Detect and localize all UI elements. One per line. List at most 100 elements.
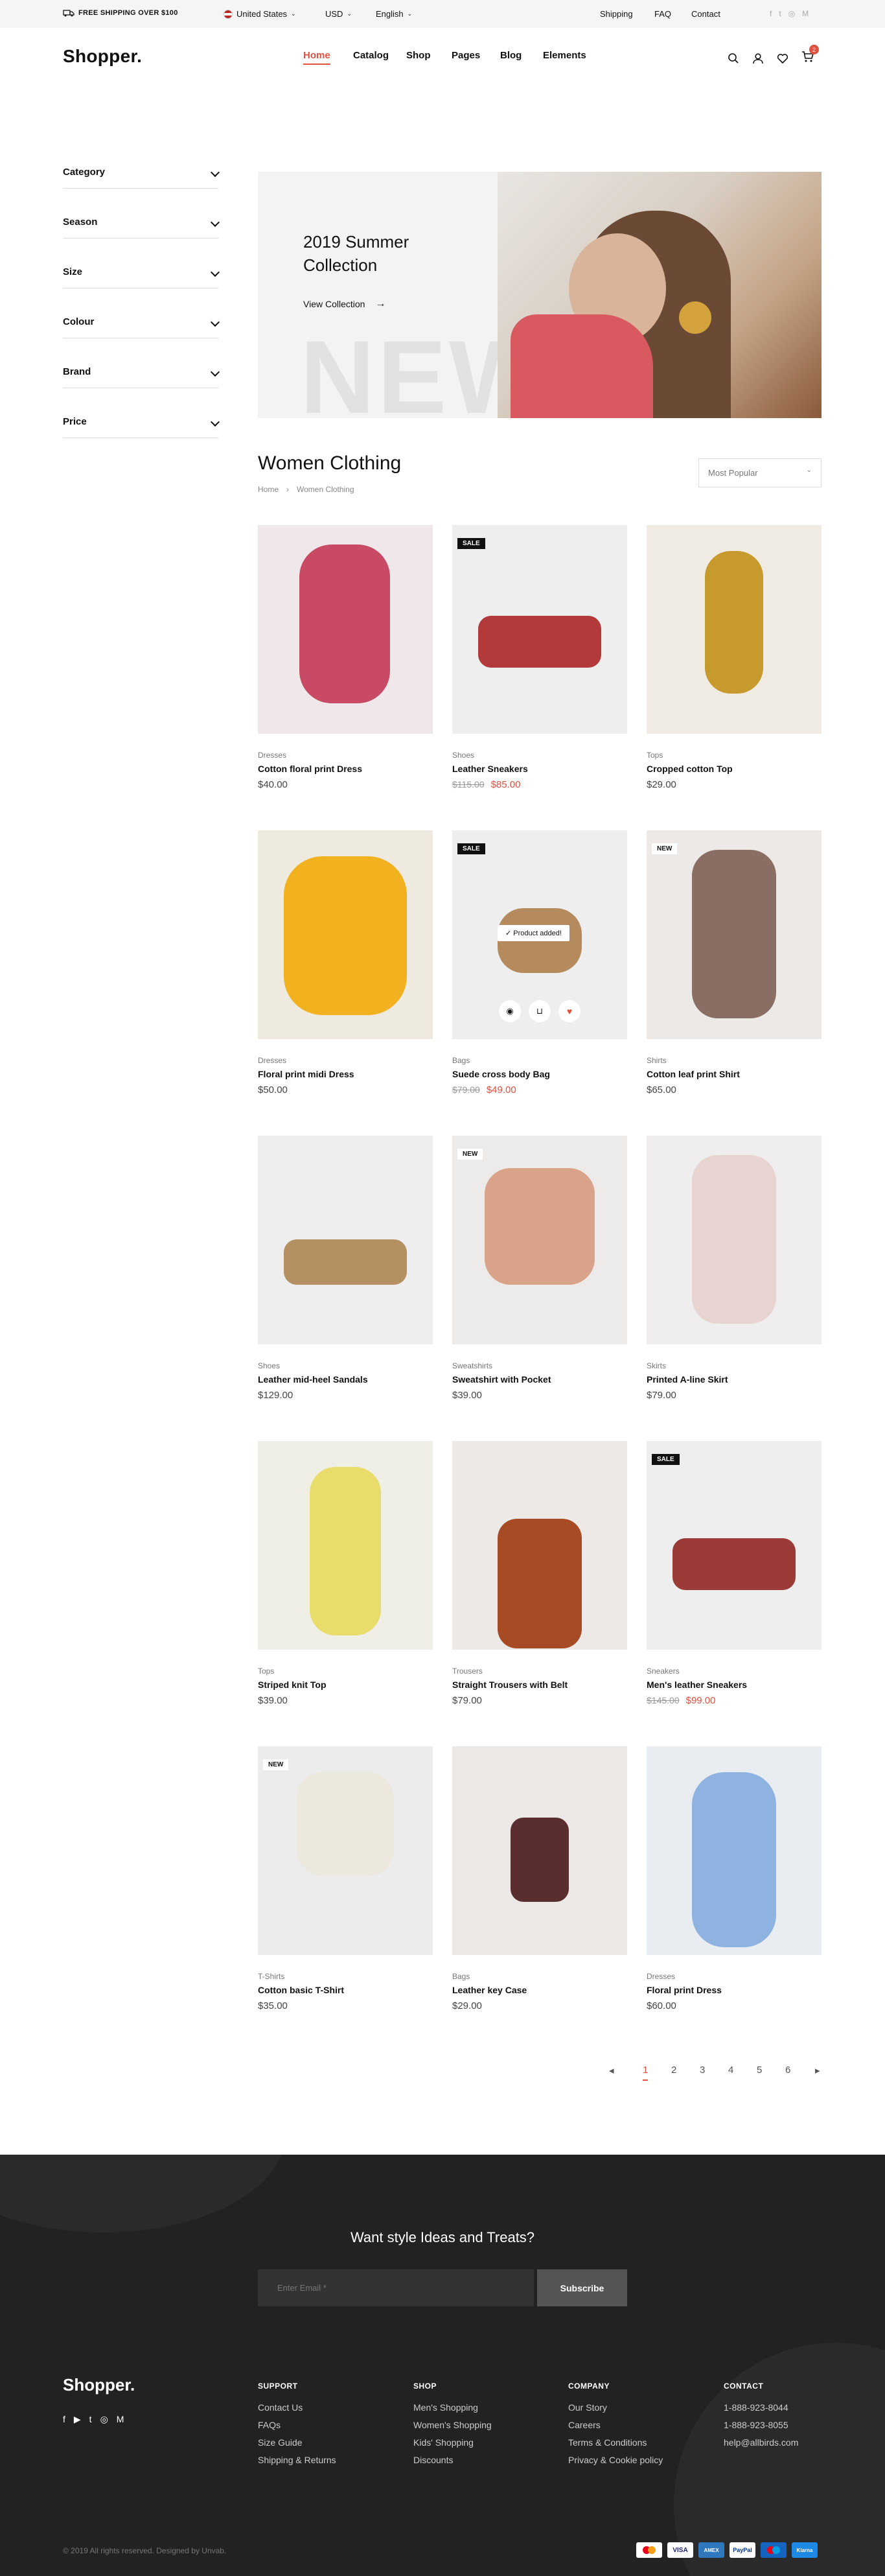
facebook-icon[interactable]: f bbox=[770, 9, 772, 18]
product-image[interactable] bbox=[647, 1746, 822, 1955]
product-category[interactable]: T-Shirts bbox=[258, 1972, 284, 1981]
product-card[interactable]: Tops Striped knit Top $39.00 bbox=[258, 1441, 433, 1713]
product-name[interactable]: Printed A-line Skirt bbox=[647, 1374, 728, 1385]
facebook-icon[interactable]: f bbox=[63, 2414, 65, 2425]
product-category[interactable]: Sneakers bbox=[647, 1667, 680, 1676]
top-link-contact[interactable]: Contact bbox=[691, 9, 720, 19]
cart-icon[interactable]: ⊔ bbox=[529, 1000, 551, 1022]
instagram-icon[interactable]: ◎ bbox=[100, 2414, 108, 2425]
product-image[interactable] bbox=[258, 1441, 433, 1650]
medium-icon[interactable]: M bbox=[117, 2414, 124, 2425]
next-page-button[interactable]: ▸ bbox=[815, 2065, 820, 2076]
product-image[interactable] bbox=[258, 525, 433, 734]
product-category[interactable]: Tops bbox=[647, 751, 663, 760]
nav-home[interactable]: Home bbox=[303, 50, 330, 65]
product-card[interactable]: Dresses Floral print midi Dress $50.00 bbox=[258, 830, 433, 1103]
heart-icon[interactable] bbox=[777, 53, 788, 64]
filter-price[interactable]: Price bbox=[63, 416, 220, 438]
product-image[interactable] bbox=[258, 830, 433, 1039]
footer-link[interactable]: Shipping & Returns bbox=[258, 2455, 336, 2465]
nav-elements[interactable]: Elements bbox=[543, 50, 586, 61]
product-card[interactable]: Trousers Straight Trousers with Belt $79.0… bbox=[452, 1441, 627, 1713]
footer-link[interactable]: FAQs bbox=[258, 2420, 336, 2430]
footer-link[interactable]: Size Guide bbox=[258, 2437, 336, 2448]
product-category[interactable]: Shoes bbox=[452, 751, 474, 760]
product-card[interactable]: NEW Shirts Cotton leaf print Shirt $65.00 bbox=[647, 830, 822, 1103]
logo[interactable]: Shopper. bbox=[63, 46, 142, 67]
product-category[interactable]: Dresses bbox=[647, 1972, 675, 1981]
product-name[interactable]: Cotton basic T-Shirt bbox=[258, 1985, 344, 1995]
footer-link[interactable]: Kids' Shopping bbox=[413, 2437, 492, 2448]
product-card[interactable]: Skirts Printed A-line Skirt $79.00 bbox=[647, 1136, 822, 1408]
product-category[interactable]: Dresses bbox=[258, 751, 286, 760]
product-name[interactable]: Floral print Dress bbox=[647, 1985, 722, 1995]
product-card[interactable]: NEW Sweatshirts Sweatshirt with Pocket $39.… bbox=[452, 1136, 627, 1408]
product-name[interactable]: Striped knit Top bbox=[258, 1680, 327, 1690]
nav-pages[interactable]: Pages bbox=[452, 50, 480, 61]
nav-blog[interactable]: Blog bbox=[500, 50, 522, 61]
product-name[interactable]: Cropped cotton Top bbox=[647, 764, 733, 774]
footer-link[interactable]: Terms & Conditions bbox=[568, 2437, 663, 2448]
youtube-icon[interactable]: ▶ bbox=[74, 2414, 81, 2425]
product-image[interactable] bbox=[647, 830, 822, 1039]
footer-link[interactable]: 1-888-923-8044 bbox=[724, 2402, 798, 2413]
product-name[interactable]: Floral print midi Dress bbox=[258, 1069, 354, 1079]
filter-season[interactable]: Season bbox=[63, 217, 220, 239]
footer-link[interactable]: Women's Shopping bbox=[413, 2420, 492, 2430]
footer-link[interactable]: Careers bbox=[568, 2420, 663, 2430]
user-icon[interactable] bbox=[752, 53, 764, 64]
top-link-faq[interactable]: FAQ bbox=[654, 9, 671, 19]
medium-icon[interactable]: M bbox=[802, 9, 809, 18]
footer-link[interactable]: Men's Shopping bbox=[413, 2402, 492, 2413]
view-collection-link[interactable]: View Collection → bbox=[303, 298, 385, 310]
product-category[interactable]: Dresses bbox=[258, 1056, 286, 1065]
footer-link[interactable]: Our Story bbox=[568, 2402, 663, 2413]
page-number[interactable]: 6 bbox=[785, 2065, 790, 2076]
product-image[interactable] bbox=[452, 1441, 627, 1650]
email-input[interactable] bbox=[258, 2269, 534, 2306]
product-image[interactable] bbox=[258, 1136, 433, 1344]
product-card[interactable]: Bags Leather key Case $29.00 bbox=[452, 1746, 627, 2019]
footer-link[interactable]: help@allbirds.com bbox=[724, 2437, 798, 2448]
breadcrumb-home[interactable]: Home bbox=[258, 485, 279, 494]
product-category[interactable]: Tops bbox=[258, 1667, 274, 1676]
product-card[interactable]: Tops Cropped cotton Top $29.00 bbox=[647, 525, 822, 797]
product-category[interactable]: Bags bbox=[452, 1972, 470, 1981]
page-number[interactable]: 5 bbox=[757, 2065, 762, 2076]
subscribe-button[interactable]: Subscribe bbox=[537, 2269, 627, 2306]
prev-page-button[interactable]: ◂ bbox=[609, 2065, 614, 2076]
product-category[interactable]: Sweatshirts bbox=[452, 1361, 492, 1370]
product-name[interactable]: Men's leather Sneakers bbox=[647, 1680, 747, 1690]
product-image[interactable] bbox=[647, 525, 822, 734]
filter-brand[interactable]: Brand bbox=[63, 366, 220, 388]
cart-button[interactable]: 2 bbox=[801, 45, 819, 65]
product-image[interactable] bbox=[452, 525, 627, 734]
product-card[interactable]: Shoes Leather mid-heel Sandals $129.00 bbox=[258, 1136, 433, 1408]
footer-link[interactable]: Contact Us bbox=[258, 2402, 336, 2413]
page-number[interactable]: 2 bbox=[671, 2065, 676, 2076]
product-image[interactable] bbox=[647, 1136, 822, 1344]
page-number[interactable]: 3 bbox=[700, 2065, 705, 2076]
nav-catalog[interactable]: Catalog bbox=[353, 50, 389, 61]
instagram-icon[interactable]: ◎ bbox=[788, 9, 795, 18]
twitter-icon[interactable]: t bbox=[89, 2414, 92, 2425]
top-link-shipping[interactable]: Shipping bbox=[600, 9, 633, 19]
footer-link[interactable]: Privacy & Cookie policy bbox=[568, 2455, 663, 2465]
product-image[interactable] bbox=[452, 1136, 627, 1344]
product-name[interactable]: Cotton floral print Dress bbox=[258, 764, 362, 774]
heart-icon[interactable]: ♥ bbox=[558, 1000, 580, 1022]
eye-icon[interactable]: ◉ bbox=[499, 1000, 521, 1022]
search-icon[interactable] bbox=[728, 53, 739, 64]
footer-link[interactable]: 1-888-923-8055 bbox=[724, 2420, 798, 2430]
product-category[interactable]: Trousers bbox=[452, 1667, 483, 1676]
product-category[interactable]: Bags bbox=[452, 1056, 470, 1065]
product-name[interactable]: Leather Sneakers bbox=[452, 764, 528, 774]
product-image[interactable] bbox=[647, 1441, 822, 1650]
filter-colour[interactable]: Colour bbox=[63, 316, 220, 338]
page-number[interactable]: 4 bbox=[728, 2065, 733, 2076]
twitter-icon[interactable]: t bbox=[779, 9, 781, 18]
filter-category[interactable]: Category bbox=[63, 167, 220, 189]
product-name[interactable]: Leather mid-heel Sandals bbox=[258, 1374, 368, 1385]
footer-link[interactable]: Discounts bbox=[413, 2455, 492, 2465]
product-card[interactable]: Dresses Cotton floral print Dress $40.00 bbox=[258, 525, 433, 797]
